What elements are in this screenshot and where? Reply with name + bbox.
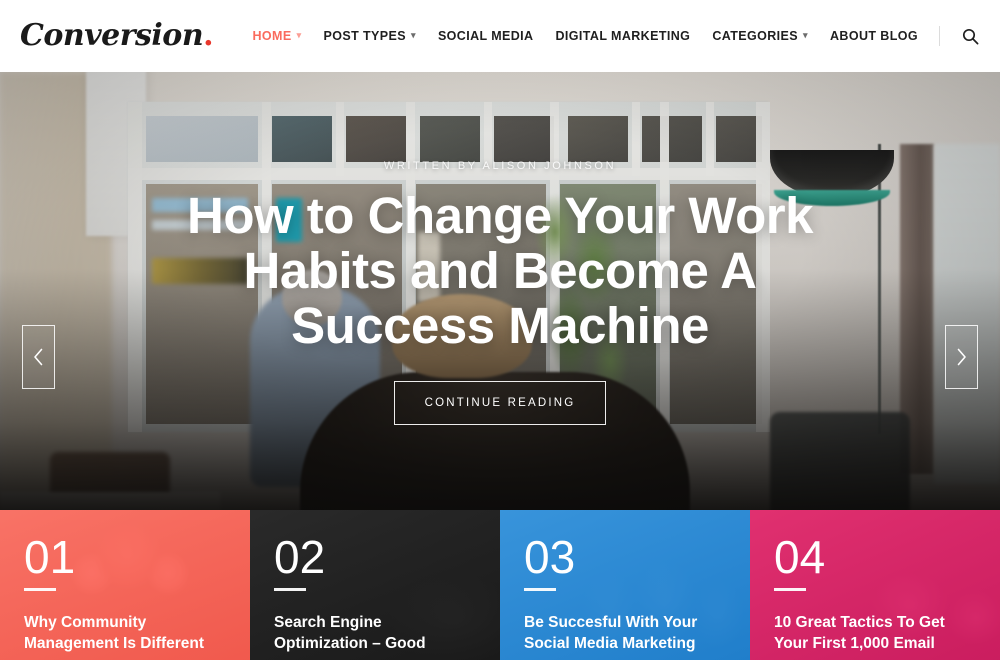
hero-slider: WRITTEN BY ALISON JOHNSON How to Change … <box>0 72 1000 510</box>
featured-cards: 01 Why Community Management Is Different… <box>0 510 1000 660</box>
continue-reading-button[interactable]: CONTINUE READING <box>393 381 607 425</box>
nav-item-about-blog[interactable]: ABOUT BLOG <box>819 29 929 43</box>
site-logo[interactable]: Conversion. <box>20 18 214 53</box>
logo-text: Conversion <box>20 18 204 53</box>
main-navigation: HOME ▾ POST TYPES ▾ SOCIAL MEDIA DIGITAL… <box>241 26 944 46</box>
card-title: 10 Great Tactics To Get Your First 1,000… <box>774 614 945 652</box>
slider-next-button[interactable] <box>945 325 978 389</box>
slider-prev-button[interactable] <box>22 325 55 389</box>
nav-item-about-blog-label: ABOUT BLOG <box>829 29 918 43</box>
page-root: Conversion. HOME ▾ POST TYPES ▾ SOCIAL M… <box>0 0 1000 660</box>
hero-background-image <box>0 72 1000 510</box>
card-number: 02 <box>274 531 326 583</box>
card-number: 04 <box>774 531 826 583</box>
nav-divider <box>939 26 940 46</box>
nav-item-post-types[interactable]: POST TYPES ▾ <box>313 29 427 43</box>
card-rule <box>774 588 806 591</box>
chevron-down-icon: ▾ <box>803 29 808 40</box>
site-header: Conversion. HOME ▾ POST TYPES ▾ SOCIAL M… <box>0 0 1000 72</box>
featured-card-03[interactable]: 03 Be Succesful With Your Social Media M… <box>500 510 750 660</box>
search-icon[interactable] <box>956 22 984 50</box>
chevron-right-icon <box>957 348 966 366</box>
nav-item-social-media[interactable]: SOCIAL MEDIA <box>427 29 545 43</box>
nav-item-home[interactable]: HOME ▾ <box>241 29 312 43</box>
nav-item-categories-label: CATEGORIES <box>712 29 799 43</box>
nav-item-digital-marketing[interactable]: DIGITAL MARKETING <box>545 29 702 43</box>
card-rule <box>524 588 556 591</box>
card-title: Why Community Management Is Different <box>24 614 205 652</box>
card-title: Search Engine Optimization – Good <box>274 614 426 652</box>
nav-item-post-types-label: POST TYPES <box>323 29 407 43</box>
chevron-down-icon: ▾ <box>411 29 416 40</box>
chevron-left-icon <box>34 348 43 366</box>
card-title: Be Succesful With Your Social Media Mark… <box>524 614 698 652</box>
featured-card-04[interactable]: 04 10 Great Tactics To Get Your First 1,… <box>750 510 1000 660</box>
featured-card-02[interactable]: 02 Search Engine Optimization – Good <box>250 510 500 660</box>
featured-card-01[interactable]: 01 Why Community Management Is Different <box>0 510 250 660</box>
nav-item-digital-marketing-label: DIGITAL MARKETING <box>555 29 691 43</box>
card-rule <box>274 588 306 591</box>
logo-dot: . <box>203 18 214 53</box>
card-number: 01 <box>24 531 76 583</box>
nav-item-social-media-label: SOCIAL MEDIA <box>437 29 534 43</box>
card-rule <box>24 588 56 591</box>
nav-item-categories[interactable]: CATEGORIES ▾ <box>701 29 819 43</box>
nav-item-home-label: HOME <box>252 29 292 43</box>
card-number: 03 <box>524 531 576 583</box>
chevron-down-icon: ▾ <box>296 29 302 40</box>
